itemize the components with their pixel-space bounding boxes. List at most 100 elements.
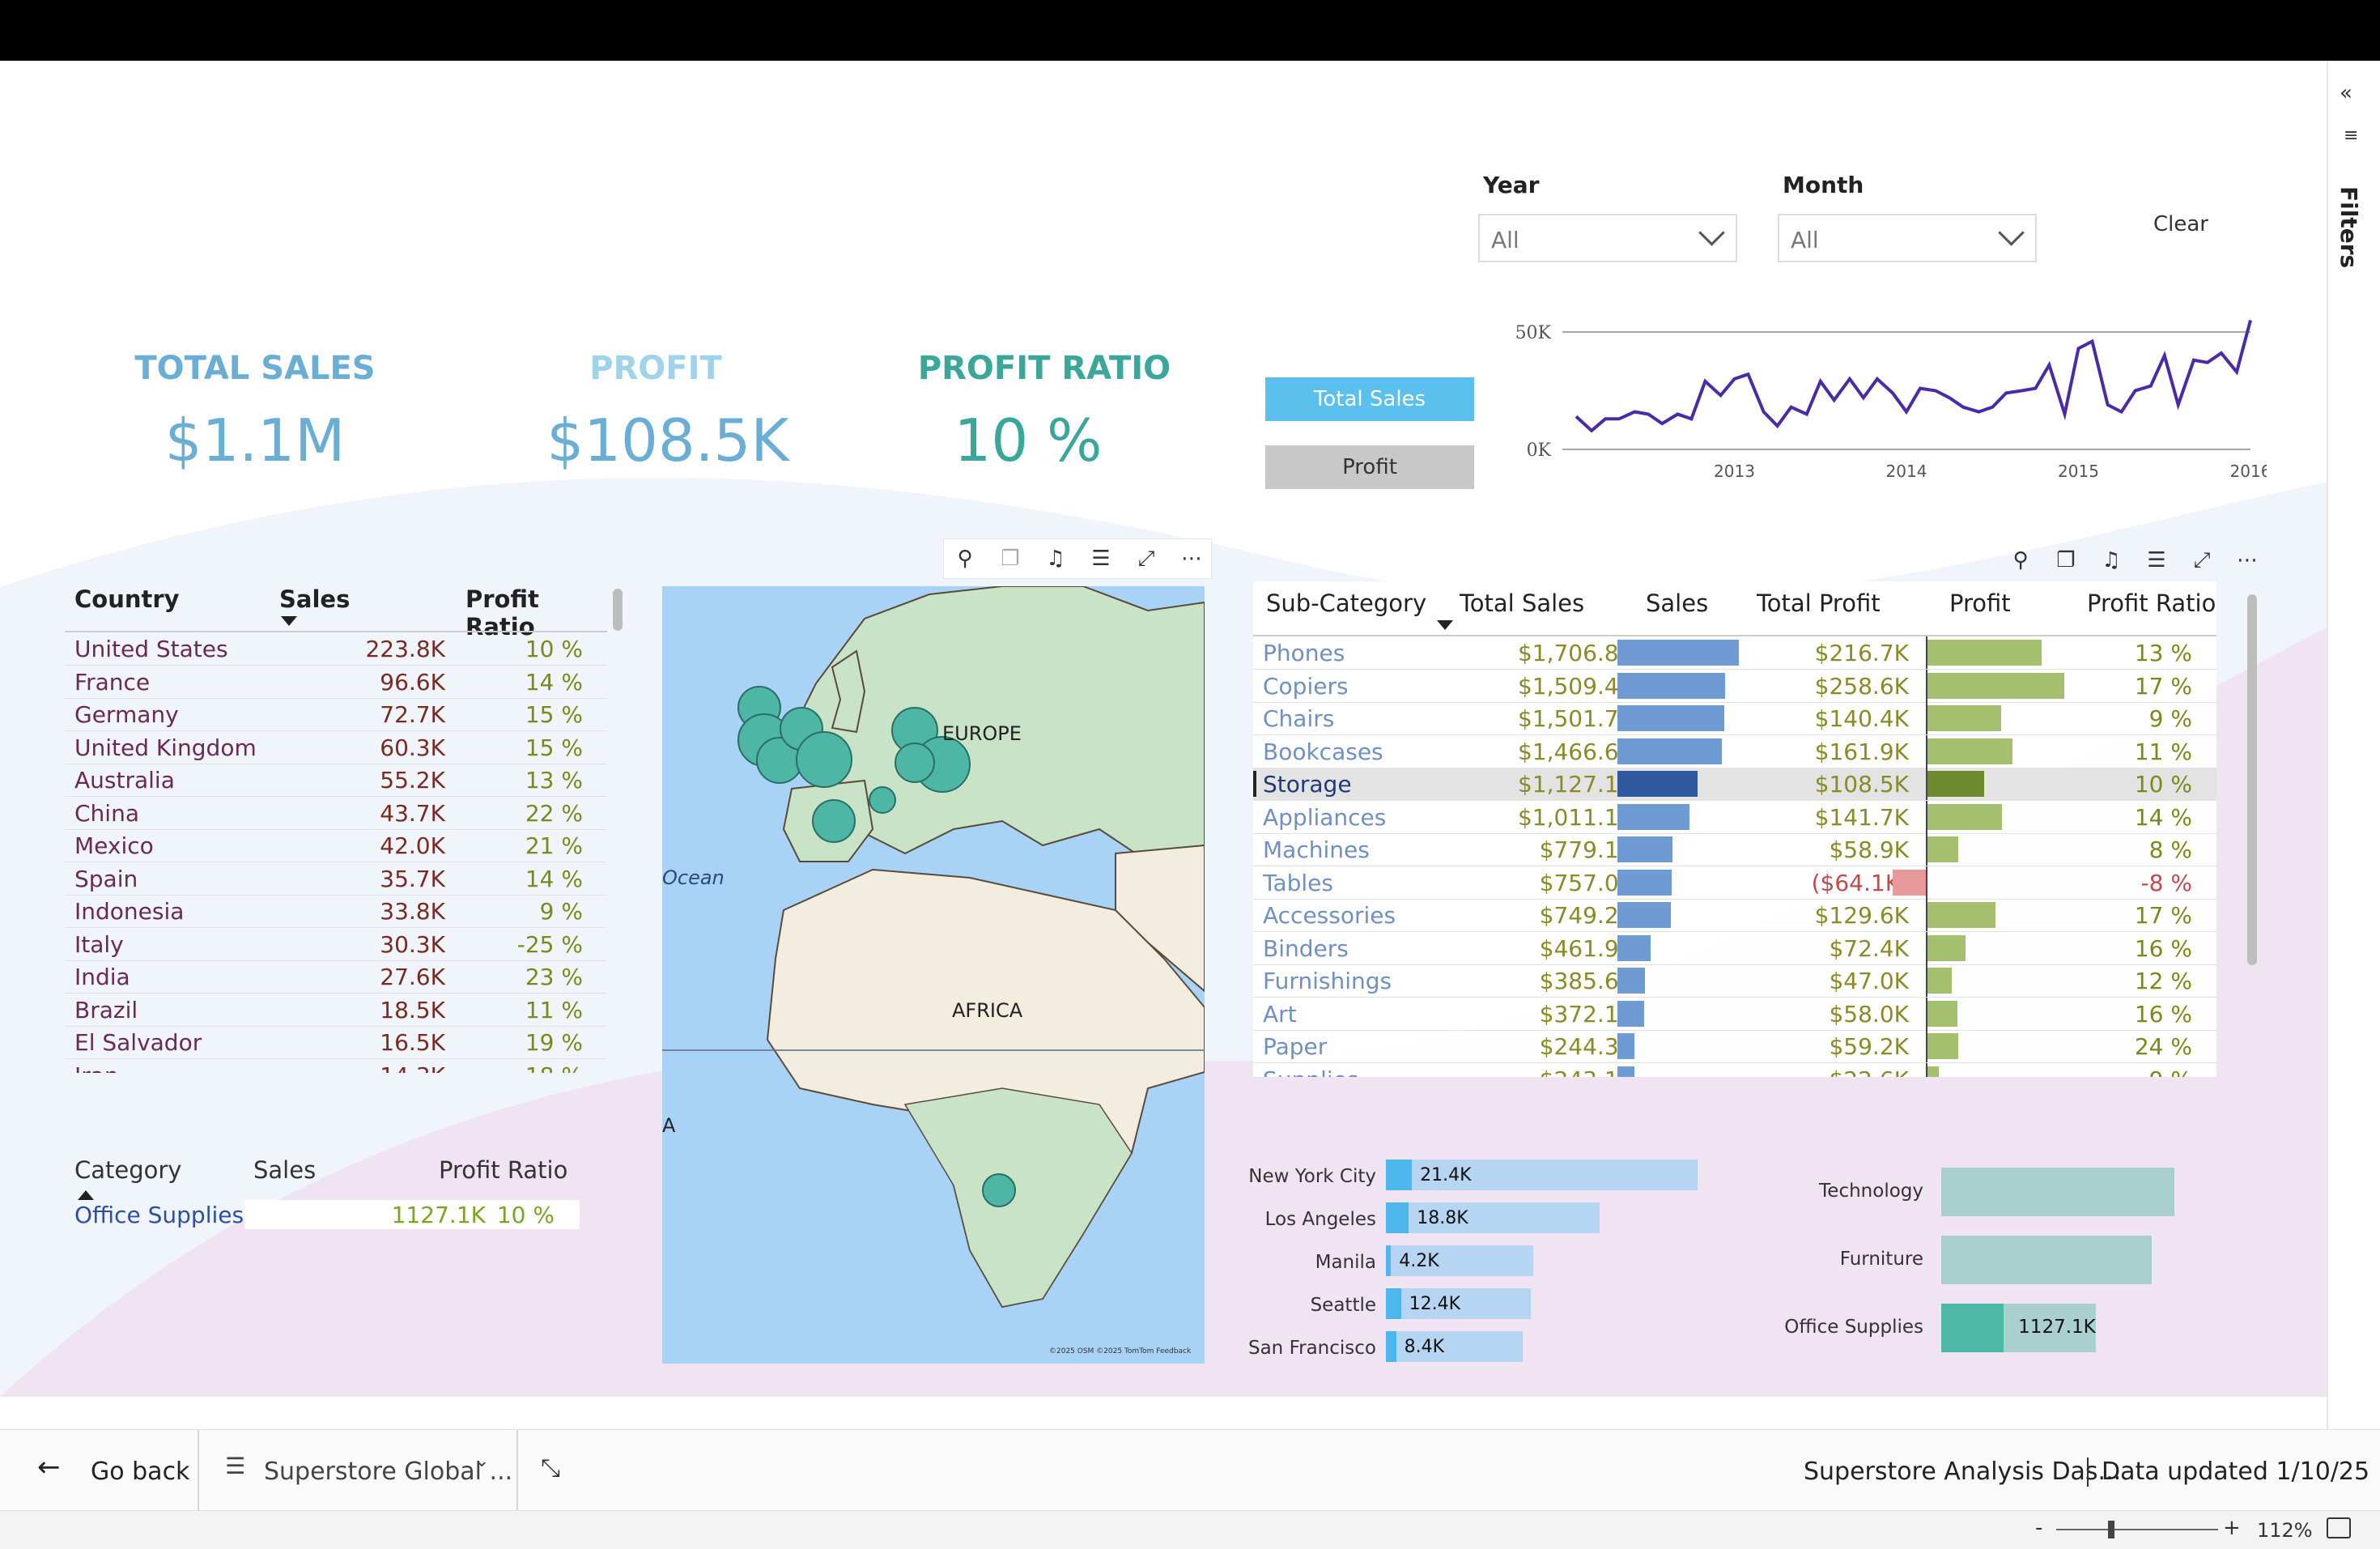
table-row[interactable]: Spain 35.7K 14 % (65, 862, 607, 896)
map-bubble[interactable] (982, 1173, 1016, 1207)
category-sales-bar-chart[interactable]: Technology Furniture Office Supplies 1127.1… (1765, 1158, 2250, 1360)
table-row[interactable]: Italy 30.3K -25 % (65, 928, 607, 961)
subcategory-table[interactable]: Sub-Category Total Sales Sales Total Pro… (1253, 581, 2216, 1077)
map-bubble[interactable] (895, 743, 935, 783)
sales-column-header[interactable]: Sales (279, 585, 350, 613)
profit-bar[interactable] (1927, 1033, 1958, 1059)
profit-bar-column-header[interactable]: Profit (1949, 589, 2011, 617)
sales-bar[interactable] (1617, 771, 1698, 797)
profit-bar[interactable] (1927, 640, 2042, 666)
category-column-header[interactable]: Category (74, 1156, 181, 1184)
sales-bar-column-header[interactable]: Sales (1646, 589, 1708, 617)
table-row[interactable]: Art $372.1K $58.0K 16 % (1253, 997, 2216, 1031)
table-row[interactable]: Germany 72.7K 15 % (65, 698, 607, 731)
category-filtered-bar[interactable] (1941, 1304, 2004, 1352)
focus-icon[interactable]: ⤢ (2186, 544, 2218, 577)
month-slicer-dropdown[interactable]: All (1778, 214, 2037, 262)
sales-bar[interactable] (1617, 672, 1725, 699)
map-bubble[interactable] (869, 786, 896, 814)
map-bubble[interactable] (812, 799, 856, 843)
profit-bar[interactable] (1927, 934, 1966, 961)
table-row[interactable]: Chairs $1,501.7K $140.4K 9 % (1253, 702, 2216, 735)
profit-bar[interactable] (1927, 836, 1958, 862)
total-profit-column-header[interactable]: Total Profit (1757, 589, 1881, 617)
total-sales-column-header[interactable]: Total Sales (1460, 589, 1584, 617)
sales-bar[interactable] (1617, 1066, 1635, 1077)
table-row[interactable]: Brazil 18.5K 11 % (65, 994, 607, 1027)
profit-bar[interactable] (1927, 1066, 1939, 1077)
fit-to-page-icon[interactable] (2327, 1517, 2351, 1538)
table-row[interactable]: Tables $757.0K ($64.1K) -8 % (1253, 866, 2216, 900)
clear-button[interactable]: Clear (2153, 212, 2208, 236)
bell-icon[interactable]: ♫ (1039, 543, 1072, 575)
table-row[interactable]: China 43.7K 22 % (65, 797, 607, 830)
sales-trend-line[interactable] (1575, 319, 2252, 433)
category-name[interactable]: Office Supplies (74, 1202, 244, 1228)
profit-bar[interactable] (1927, 771, 1985, 797)
sales-bar[interactable] (1617, 869, 1672, 896)
sales-bar[interactable] (1617, 640, 1739, 666)
zoom-in-button[interactable]: + (2223, 1516, 2241, 1540)
pin-icon[interactable]: ⚲ (949, 543, 981, 575)
table-row[interactable]: Binders $461.9K $72.4K 16 % (1253, 931, 2216, 965)
map-bubble[interactable] (796, 731, 852, 788)
pin-icon[interactable]: ⚲ (2004, 544, 2037, 577)
sales-bar[interactable] (1617, 803, 1689, 830)
profit-bar[interactable] (1927, 738, 2013, 764)
zoom-out-button[interactable]: - (2035, 1516, 2042, 1540)
table-row[interactable]: Mexico 42.0K 21 % (65, 829, 607, 862)
table-row[interactable]: United States 223.8K 10 % (65, 632, 607, 666)
zoom-slider-thumb[interactable] (2108, 1521, 2114, 1538)
city-filtered-bar[interactable] (1386, 1288, 1401, 1319)
table-row[interactable]: India 27.6K 23 % (65, 960, 607, 994)
profit-bar[interactable] (1927, 672, 2064, 699)
profit-bar-negative[interactable] (1892, 869, 1927, 896)
sales-bar[interactable] (1617, 738, 1722, 764)
profit-bar[interactable] (1927, 1000, 1958, 1027)
table-row[interactable]: France 96.6K 14 % (65, 666, 607, 699)
table-row[interactable]: Australia 55.2K 13 % (65, 764, 607, 797)
map-attribution[interactable]: ©2025 OSM ©2025 TomTom Feedback (1049, 1347, 1191, 1355)
city-filtered-bar[interactable] (1386, 1245, 1392, 1276)
collapse-icon[interactable]: ⤡ (541, 1454, 560, 1483)
country-table-scrollbar[interactable] (613, 589, 623, 631)
city-filtered-bar[interactable] (1386, 1160, 1413, 1190)
table-row[interactable]: Phones $1,706.8K $216.7K 13 % (1253, 636, 2216, 670)
city-filtered-bar[interactable] (1386, 1202, 1409, 1233)
more-icon[interactable]: ⋯ (2231, 544, 2263, 577)
sales-bar[interactable] (1617, 934, 1651, 961)
profit-bar[interactable] (1927, 705, 2002, 731)
table-row[interactable]: Supplies $243.1K $22.6K 9 % (1253, 1062, 2216, 1077)
page-navigator-dropdown[interactable]: ☰ Superstore Global ... ⌄ (199, 1430, 516, 1511)
profit-bar[interactable] (1927, 968, 1952, 994)
copy-icon[interactable]: ❐ (994, 543, 1026, 575)
category-total-bar[interactable] (1941, 1168, 2174, 1216)
double-chevron-left-icon[interactable]: « (2340, 81, 2352, 105)
table-row[interactable]: Furnishings $385.6K $47.0K 12 % (1253, 964, 2216, 998)
table-row[interactable]: Accessories $749.2K $129.6K 17 % (1253, 899, 2216, 932)
sales-bar[interactable] (1617, 836, 1673, 862)
table-row[interactable]: Storage $1,127.1K $108.5K 10 % (1253, 768, 2216, 801)
sales-bar[interactable] (1617, 705, 1724, 731)
profit-ratio-column-header[interactable]: Profit Ratio (2087, 589, 2216, 617)
bell-icon[interactable]: ♫ (2095, 544, 2127, 577)
go-back-button[interactable]: ← Go back (0, 1430, 198, 1511)
filter-icon[interactable]: ☰ (1085, 543, 1117, 575)
sales-bar[interactable] (1617, 902, 1671, 928)
profit-bar[interactable] (1927, 902, 1996, 928)
zoom-slider[interactable] (2056, 1521, 2218, 1538)
table-row[interactable]: Copiers $1,509.4K $258.6K 17 % (1253, 669, 2216, 703)
sales-column-header[interactable]: Sales (253, 1156, 316, 1184)
country-column-header[interactable]: Country (74, 585, 180, 613)
category-total-bar[interactable] (1941, 1236, 2152, 1284)
city-sales-bar-chart[interactable]: New York City 21.4K Los Angeles 18.8K Manila… (1239, 1150, 1724, 1368)
year-slicer-dropdown[interactable]: All (1478, 214, 1737, 262)
more-icon[interactable]: ⋯ (1175, 543, 1208, 575)
profit-toggle-button[interactable]: Profit (1265, 445, 1474, 489)
table-row[interactable]: Machines $779.1K $58.9K 8 % (1253, 833, 2216, 866)
sales-map[interactable]: EUROPE AFRICA Ocean A ©2025 OSM ©2025 To… (662, 586, 1205, 1364)
sales-bar[interactable] (1617, 1000, 1644, 1027)
table-row[interactable]: Paper $244.3K $59.2K 24 % (1253, 1030, 2216, 1063)
table-row[interactable]: Iran 14.3K 18 % (65, 1059, 607, 1074)
focus-icon[interactable]: ⤢ (1130, 543, 1162, 575)
